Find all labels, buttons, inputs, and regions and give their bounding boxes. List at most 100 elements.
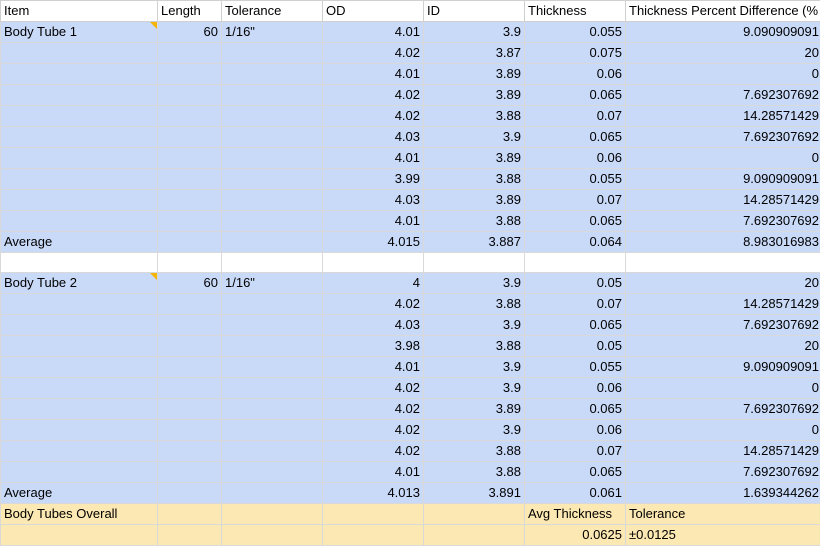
cell-item[interactable] — [0, 147, 158, 169]
cell-length[interactable] — [157, 84, 222, 106]
cell-od[interactable]: 4.02 — [322, 105, 424, 127]
cell-od[interactable]: 4.01 — [322, 147, 424, 169]
cell-thickness-pct-diff[interactable]: 14.28571429 — [625, 440, 820, 462]
cell-thickness[interactable]: Avg Thickness — [524, 503, 626, 525]
cell-thickness-pct-diff[interactable]: Thickness Percent Difference (% — [625, 0, 820, 22]
cell-id[interactable]: 3.88 — [423, 293, 525, 315]
cell-tolerance[interactable] — [221, 503, 323, 525]
cell-length[interactable] — [157, 461, 222, 483]
cell-item[interactable] — [0, 42, 158, 64]
cell-tolerance[interactable] — [221, 168, 323, 190]
cell-item[interactable] — [0, 189, 158, 211]
cell-tolerance[interactable] — [221, 524, 323, 546]
cell-id[interactable] — [423, 503, 525, 525]
cell-thickness[interactable]: 0.06 — [524, 377, 626, 399]
cell-tolerance[interactable] — [221, 126, 323, 148]
cell-length[interactable] — [157, 126, 222, 148]
cell-length[interactable] — [157, 147, 222, 169]
cell-thickness[interactable]: 0.07 — [524, 293, 626, 315]
cell-od[interactable]: 4.01 — [322, 356, 424, 378]
cell-thickness[interactable]: 0.065 — [524, 210, 626, 232]
cell-item[interactable] — [0, 524, 158, 546]
cell-item[interactable] — [0, 126, 158, 148]
cell-thickness[interactable]: 0.06 — [524, 147, 626, 169]
cell-thickness-pct-diff[interactable]: 7.692307692 — [625, 210, 820, 232]
cell-thickness[interactable]: 0.07 — [524, 105, 626, 127]
cell-thickness-pct-diff[interactable]: 7.692307692 — [625, 84, 820, 106]
cell-tolerance[interactable] — [221, 293, 323, 315]
cell-thickness[interactable]: 0.055 — [524, 168, 626, 190]
cell-length[interactable] — [157, 210, 222, 232]
cell-tolerance[interactable] — [221, 231, 323, 253]
cell-id[interactable]: 3.9 — [423, 126, 525, 148]
cell-od[interactable]: 4.02 — [322, 419, 424, 441]
cell-thickness-pct-diff[interactable]: 0 — [625, 63, 820, 85]
cell-thickness-pct-diff[interactable]: 7.692307692 — [625, 126, 820, 148]
cell-od[interactable]: 3.99 — [322, 168, 424, 190]
cell-length[interactable] — [157, 252, 222, 273]
cell-length[interactable] — [157, 440, 222, 462]
cell-tolerance[interactable] — [221, 252, 323, 273]
cell-thickness-pct-diff[interactable]: 7.692307692 — [625, 398, 820, 420]
cell-thickness[interactable]: 0.05 — [524, 335, 626, 357]
cell-item[interactable] — [0, 314, 158, 336]
cell-thickness-pct-diff[interactable]: 0 — [625, 377, 820, 399]
cell-thickness[interactable]: 0.06 — [524, 419, 626, 441]
cell-od[interactable]: 4 — [322, 272, 424, 294]
cell-thickness-pct-diff[interactable]: 20 — [625, 42, 820, 64]
cell-tolerance[interactable] — [221, 377, 323, 399]
cell-item[interactable] — [0, 210, 158, 232]
cell-item[interactable] — [0, 84, 158, 106]
cell-length[interactable] — [157, 105, 222, 127]
cell-item[interactable] — [0, 335, 158, 357]
cell-id[interactable]: 3.9 — [423, 272, 525, 294]
cell-thickness-pct-diff[interactable]: 7.692307692 — [625, 314, 820, 336]
cell-id[interactable]: 3.9 — [423, 21, 525, 43]
cell-item[interactable] — [0, 293, 158, 315]
cell-item[interactable]: Average — [0, 482, 158, 504]
cell-length[interactable] — [157, 377, 222, 399]
cell-length[interactable] — [157, 398, 222, 420]
cell-tolerance[interactable] — [221, 210, 323, 232]
cell-thickness-pct-diff[interactable]: 0 — [625, 147, 820, 169]
cell-id[interactable]: 3.89 — [423, 398, 525, 420]
cell-length[interactable] — [157, 42, 222, 64]
cell-od[interactable]: 4.02 — [322, 398, 424, 420]
cell-id[interactable]: 3.89 — [423, 84, 525, 106]
cell-id[interactable]: 3.88 — [423, 168, 525, 190]
cell-item[interactable]: Average — [0, 231, 158, 253]
cell-id[interactable]: 3.88 — [423, 461, 525, 483]
cell-od[interactable]: 4.02 — [322, 440, 424, 462]
cell-id[interactable] — [423, 252, 525, 273]
cell-tolerance[interactable] — [221, 419, 323, 441]
cell-thickness-pct-diff[interactable]: 0 — [625, 419, 820, 441]
cell-thickness-pct-diff[interactable]: Tolerance — [625, 503, 820, 525]
cell-od[interactable]: 4.02 — [322, 84, 424, 106]
cell-thickness-pct-diff[interactable]: 9.090909091 — [625, 168, 820, 190]
cell-item[interactable] — [0, 440, 158, 462]
cell-length[interactable] — [157, 293, 222, 315]
cell-item[interactable]: Body Tube 1 — [0, 21, 158, 43]
cell-od[interactable]: 4.02 — [322, 293, 424, 315]
cell-tolerance[interactable]: Tolerance — [221, 0, 323, 22]
cell-od[interactable] — [322, 503, 424, 525]
cell-id[interactable]: 3.88 — [423, 210, 525, 232]
cell-od[interactable]: 4.01 — [322, 21, 424, 43]
cell-thickness[interactable]: 0.061 — [524, 482, 626, 504]
cell-thickness-pct-diff[interactable]: 9.090909091 — [625, 356, 820, 378]
cell-thickness-pct-diff[interactable]: 7.692307692 — [625, 461, 820, 483]
cell-od[interactable]: 4.03 — [322, 126, 424, 148]
cell-od[interactable]: 4.03 — [322, 314, 424, 336]
cell-id[interactable]: 3.9 — [423, 419, 525, 441]
cell-item[interactable] — [0, 461, 158, 483]
cell-od[interactable]: 4.01 — [322, 210, 424, 232]
cell-thickness[interactable] — [524, 252, 626, 273]
cell-id[interactable] — [423, 524, 525, 546]
cell-id[interactable]: 3.9 — [423, 356, 525, 378]
cell-thickness[interactable]: 0.065 — [524, 398, 626, 420]
cell-tolerance[interactable] — [221, 105, 323, 127]
cell-id[interactable]: 3.9 — [423, 377, 525, 399]
cell-id[interactable]: ID — [423, 0, 525, 22]
cell-item[interactable] — [0, 168, 158, 190]
cell-length[interactable] — [157, 231, 222, 253]
